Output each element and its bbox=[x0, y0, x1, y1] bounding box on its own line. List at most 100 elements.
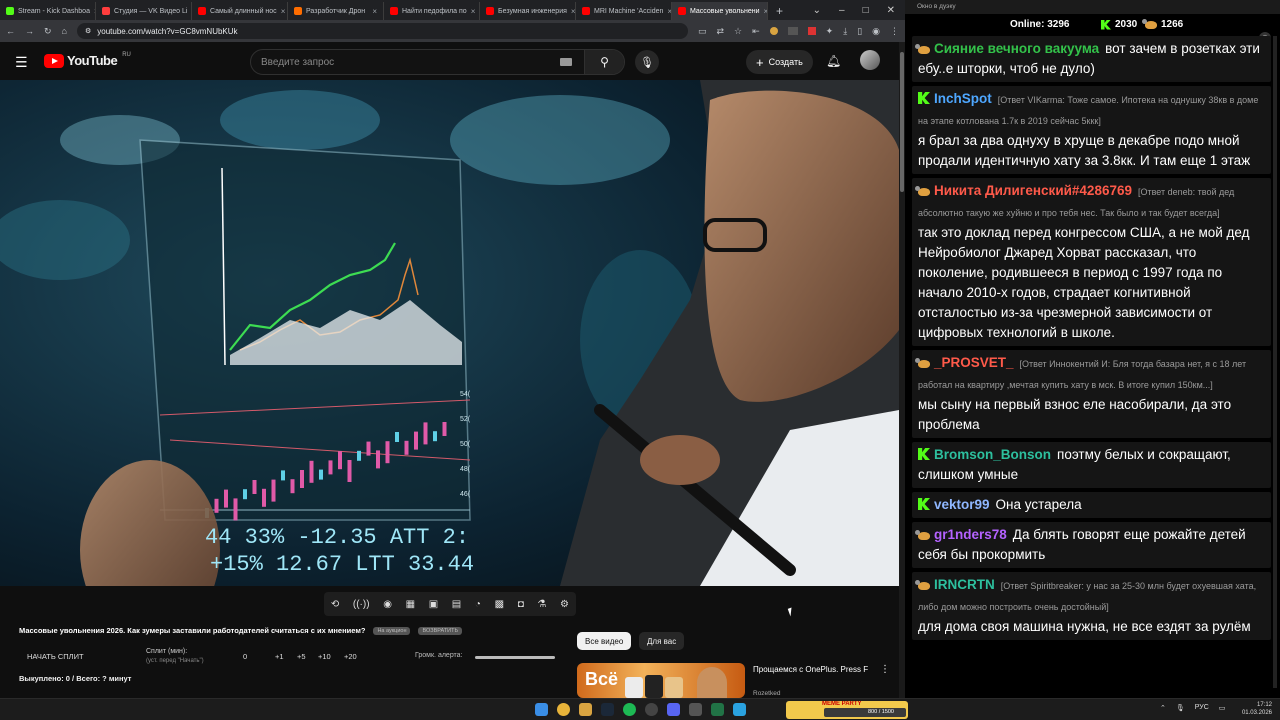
chat-username[interactable]: vektor99 bbox=[934, 497, 990, 512]
translate-icon[interactable]: ⇄ bbox=[716, 26, 724, 37]
folder-icon[interactable] bbox=[579, 703, 592, 716]
chat-username[interactable]: Сияние вечного вакуума bbox=[934, 41, 1099, 56]
speed-icon[interactable]: ◔ bbox=[475, 599, 481, 610]
pip-icon[interactable]: ▣ bbox=[429, 599, 438, 610]
split-add-1-button[interactable]: +1 bbox=[275, 652, 284, 661]
volume-boost-icon[interactable]: ▩ bbox=[495, 599, 504, 610]
browser-tab[interactable]: Самый длинный нос × bbox=[192, 2, 288, 20]
captions-icon[interactable]: ▤ bbox=[452, 599, 461, 610]
start-split-button[interactable]: НАЧАТЬ СПЛИТ bbox=[27, 652, 84, 661]
split-add-20-button[interactable]: +20 bbox=[344, 652, 357, 661]
browser-tab[interactable]: Массовые увольнени × bbox=[672, 2, 768, 20]
obs-icon[interactable] bbox=[645, 703, 658, 716]
tab-close-icon[interactable]: × bbox=[471, 7, 476, 16]
browser-menu-icon[interactable]: ⋮ bbox=[890, 26, 899, 37]
home-icon[interactable]: ⌂ bbox=[62, 26, 67, 36]
chat-username[interactable]: Bromson_Bonson bbox=[934, 447, 1051, 462]
reload-icon[interactable]: ↻ bbox=[44, 26, 52, 37]
candle-mark bbox=[357, 450, 361, 461]
tab-close-icon[interactable]: × bbox=[372, 7, 377, 16]
cast-icon[interactable]: ▭ bbox=[698, 26, 707, 37]
create-button[interactable]: + Создать bbox=[746, 50, 813, 74]
split-add-5-button[interactable]: +5 bbox=[297, 652, 306, 661]
eye-icon[interactable]: ◉ bbox=[383, 599, 392, 610]
chip-for-you[interactable]: Для вас bbox=[639, 632, 685, 650]
steam-icon[interactable] bbox=[601, 703, 614, 716]
recommendation-title[interactable]: Прощаемся с OnePlus. Press F bbox=[753, 664, 875, 675]
back-icon[interactable]: ← bbox=[6, 26, 15, 36]
screenshot-icon[interactable]: ◘ bbox=[518, 599, 524, 610]
cinema-icon[interactable]: ▦ bbox=[406, 599, 415, 610]
start-icon[interactable] bbox=[535, 703, 548, 716]
flask-icon[interactable]: ⚗ bbox=[537, 599, 546, 610]
meme-party-widget[interactable]: MEME PARTY 800 / 1500 bbox=[786, 701, 908, 719]
video-player[interactable]: 44 33% -12.35 ATT 2: +15% 12.67 LTT 33.4… bbox=[0, 80, 899, 586]
telegram-icon[interactable] bbox=[733, 703, 746, 716]
tab-search-icon[interactable]: ⌄ bbox=[813, 5, 821, 16]
search-input[interactable] bbox=[251, 50, 560, 74]
browser-tab[interactable]: Разработчик Дрон × bbox=[288, 2, 384, 20]
network-icon[interactable]: ▭ bbox=[1219, 704, 1226, 712]
chat-username[interactable]: IRNCRTN bbox=[934, 577, 995, 592]
minimize-icon[interactable]: – bbox=[839, 5, 845, 16]
sidepanel-icon[interactable]: ▯ bbox=[857, 26, 862, 37]
keyboard-icon[interactable] bbox=[560, 58, 572, 66]
clock[interactable]: 17:12 01.03.2026 bbox=[1240, 701, 1272, 717]
extensions-puzzle-icon[interactable]: ✦ bbox=[826, 26, 834, 37]
bookmark-star-icon[interactable]: ☆ bbox=[734, 26, 742, 37]
chat-username[interactable]: InchSpot bbox=[934, 91, 992, 106]
browser-tab[interactable]: Безумная инженерия × bbox=[480, 2, 576, 20]
extension-arrow-icon[interactable]: ⇤ bbox=[752, 26, 760, 37]
auction-button[interactable]: На аукцион bbox=[373, 626, 411, 635]
discord-icon[interactable] bbox=[667, 703, 680, 716]
close-window-icon[interactable]: ✕ bbox=[887, 5, 895, 16]
loop-icon[interactable]: ⟲ bbox=[331, 599, 339, 610]
browser-tab[interactable]: Stream - Kick Dashboa× bbox=[0, 2, 96, 20]
extension-badge-icon[interactable] bbox=[787, 27, 798, 35]
downloads-icon[interactable]: ⤓ bbox=[843, 26, 847, 37]
voice-search-button[interactable]: 🎙︎ bbox=[635, 50, 659, 74]
recommendation-menu-icon[interactable]: ⋮ bbox=[880, 664, 890, 675]
site-info-icon[interactable]: ⚙ bbox=[85, 27, 91, 35]
chat-message: gr1nders78 Да блять говорят еще рожайте д… bbox=[912, 522, 1271, 568]
tab-close-icon[interactable]: × bbox=[281, 7, 286, 16]
extension-red-icon[interactable] bbox=[807, 27, 816, 35]
notifications-bell-icon[interactable]: 🔔︎ bbox=[826, 54, 841, 68]
profile-icon[interactable]: ◉ bbox=[872, 26, 880, 37]
alert-volume-slider[interactable] bbox=[475, 656, 555, 659]
chrome-icon[interactable] bbox=[557, 703, 570, 716]
audio-icon[interactable]: ((·)) bbox=[353, 599, 370, 610]
url-field[interactable]: ⚙ youtube.com/watch?v=GC8vmNUbKUk bbox=[76, 23, 688, 39]
maximize-icon[interactable]: □ bbox=[863, 5, 869, 16]
settings-gear-icon[interactable]: ⚙ bbox=[560, 599, 569, 610]
search-button[interactable]: ⚲ bbox=[584, 50, 624, 74]
split-add-10-button[interactable]: +10 bbox=[318, 652, 331, 661]
return-button[interactable]: ВОЗВРАТИТЬ bbox=[418, 626, 463, 635]
browser-tab[interactable]: Найти педофила по × bbox=[384, 2, 480, 20]
app-icon[interactable] bbox=[689, 703, 702, 716]
chat-username[interactable]: gr1nders78 bbox=[934, 527, 1007, 542]
chat-username[interactable]: Никита Дилигенский#4286769 bbox=[934, 183, 1132, 198]
browser-tab[interactable]: MRI Machine 'Acciden × bbox=[576, 2, 672, 20]
spotify-icon[interactable] bbox=[623, 703, 636, 716]
browser-tab[interactable]: Студия — VK Видео Li× bbox=[96, 2, 192, 20]
chat-message-text: так это доклад перед конгрессом США, а н… bbox=[918, 225, 1250, 340]
chat-scrollbar[interactable] bbox=[1273, 36, 1277, 688]
chat-username[interactable]: _PROSVET_ bbox=[934, 355, 1014, 370]
avatar[interactable] bbox=[860, 50, 880, 70]
tab-close-icon[interactable]: × bbox=[571, 7, 575, 16]
tray-arrow-icon[interactable]: ⌃ bbox=[1160, 704, 1166, 712]
recommendation-channel[interactable]: Rozetked bbox=[753, 690, 780, 697]
scrollbar-thumb[interactable] bbox=[900, 52, 904, 192]
forward-icon[interactable]: → bbox=[25, 26, 34, 36]
extension-circle-icon[interactable] bbox=[769, 27, 778, 35]
youtube-logo[interactable]: YouTube RU bbox=[44, 52, 131, 68]
excel-icon[interactable] bbox=[711, 703, 724, 716]
language-indicator[interactable]: РУС bbox=[1195, 704, 1209, 712]
recommendation-thumbnail[interactable]: Всё bbox=[577, 663, 745, 698]
chip-all-videos[interactable]: Все видео bbox=[577, 632, 632, 650]
split-value-0[interactable]: 0 bbox=[243, 652, 247, 661]
mic-tray-icon[interactable]: 🎙︎ bbox=[1176, 704, 1185, 712]
menu-icon[interactable]: ☰ bbox=[15, 54, 28, 71]
new-tab-button[interactable]: + bbox=[768, 2, 791, 20]
